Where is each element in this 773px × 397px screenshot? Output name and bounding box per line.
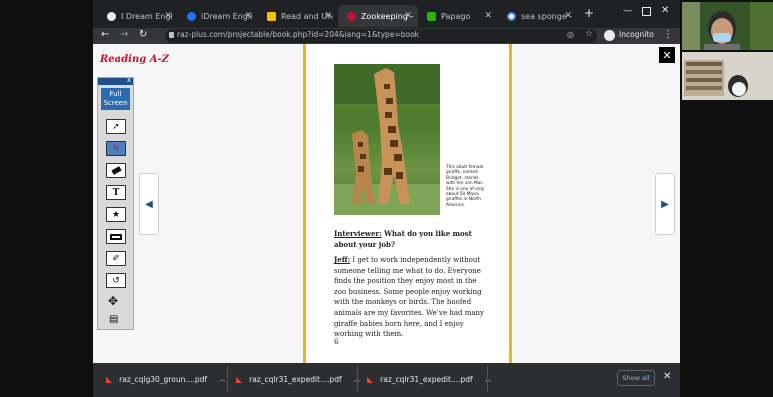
tab-github[interactable]: I Dream Englis ✕	[98, 5, 178, 27]
github-icon	[107, 11, 116, 21]
papago-icon	[427, 11, 436, 21]
menu-icon[interactable]: ⋮	[663, 29, 673, 40]
move-icon[interactable]: ✥	[108, 294, 118, 308]
download-item[interactable]: ◣ raz_cqlg30_groun....pdf ︿	[106, 370, 226, 388]
pen-icon[interactable]: ✎	[106, 141, 126, 156]
download-divider	[227, 366, 228, 392]
new-tab-button[interactable]: +	[584, 6, 594, 20]
close-window-icon[interactable]: ✕	[661, 5, 669, 16]
drive-icon	[267, 11, 276, 21]
reading-az-logo: Reading A-Z	[100, 54, 169, 65]
show-all-downloads-button[interactable]: Show all	[617, 370, 655, 386]
close-tab-icon[interactable]: ✕	[244, 11, 252, 21]
download-divider	[487, 366, 488, 392]
close-download-bar-icon[interactable]: ✕	[663, 371, 671, 382]
full-screen-button[interactable]: Full Screen	[101, 88, 130, 110]
pdf-file-icon: ◣	[236, 374, 243, 384]
question-label: Interviewer:	[334, 229, 382, 238]
close-tab-icon[interactable]: ✕	[164, 11, 172, 21]
close-toolbar-icon[interactable]: x	[127, 76, 131, 84]
maximize-icon[interactable]	[642, 7, 651, 16]
download-filename: raz_cqlg30_groun....pdf	[119, 374, 208, 384]
bookmark-star-icon[interactable]: ☆	[585, 29, 593, 39]
lock-icon	[169, 32, 174, 38]
previous-page-button[interactable]: ◀	[139, 173, 159, 235]
toolbar-header[interactable]: x	[98, 76, 133, 85]
minimize-icon[interactable]: —	[623, 6, 632, 16]
star-stamp-icon[interactable]: ★	[106, 207, 126, 222]
tab-papago[interactable]: Papago ✕	[418, 5, 498, 27]
download-divider	[357, 366, 358, 392]
download-item[interactable]: ◣ raz_cqlr31_expedit....pdf ︿	[236, 370, 361, 388]
profile-label[interactable]: Incognito	[619, 30, 654, 39]
participant-video-bottom	[682, 52, 773, 100]
close-tab-icon[interactable]: ✕	[324, 11, 332, 21]
incognito-icon	[604, 30, 615, 41]
tab-google[interactable]: sea sponge - ✕	[498, 5, 578, 27]
pdf-file-icon: ◣	[106, 374, 113, 384]
clear-icon[interactable]: ✐	[106, 251, 126, 266]
close-tab-icon[interactable]: ✕	[564, 11, 572, 21]
undo-icon[interactable]: ↺	[106, 273, 126, 288]
pointer-icon[interactable]: ➚	[106, 119, 126, 134]
download-filename: raz_cqlr31_expedit....pdf	[249, 374, 342, 384]
tab-title: Papago	[441, 11, 471, 21]
text-tool-icon[interactable]: T	[106, 185, 126, 200]
annotation-toolbar: x Full Screen ➚ ✎ T ★ ✐ ↺ ✥ ▤	[97, 76, 134, 330]
pdf-file-icon: ◣	[367, 374, 374, 384]
tab-zookeeping[interactable]: Zookeeping - ✕	[338, 5, 418, 27]
answer-label: Jeff:	[334, 255, 351, 264]
print-icon[interactable]: ▤	[109, 314, 118, 325]
next-page-button[interactable]: ▶	[655, 173, 675, 235]
interview-answer: Jeff: I get to work independently withou…	[334, 255, 486, 340]
forward-icon[interactable]: →	[120, 29, 128, 40]
address-bar[interactable]: raz-plus.com/projectable/book.php?id=204…	[165, 29, 597, 43]
tab-drive[interactable]: Read and Und ✕	[258, 5, 338, 27]
facebook-icon	[187, 11, 196, 21]
participant-video-top	[682, 2, 773, 50]
tab-strip: I Dream Englis ✕ iDream Englis ✕ Read an…	[93, 0, 680, 28]
download-filename: raz_cqlr31_expedit....pdf	[380, 374, 473, 384]
giraffe-photo	[334, 64, 440, 215]
close-tab-icon[interactable]: ✕	[404, 11, 412, 21]
page-number: 6	[334, 338, 339, 346]
tracking-eye-icon[interactable]: ◎	[567, 30, 574, 39]
chevron-up-icon[interactable]: ︿	[485, 374, 492, 384]
answer-text: I get to work independently without some…	[334, 256, 484, 339]
tab-facebook[interactable]: iDream Englis ✕	[178, 5, 258, 27]
close-viewer-button[interactable]: ✕	[659, 47, 675, 63]
google-icon	[507, 11, 516, 21]
interview-question: Interviewer: What do you like most about…	[334, 229, 484, 250]
reading-az-icon	[347, 11, 356, 21]
photo-caption: This adult female giraffe, named Bridget…	[446, 165, 485, 208]
back-icon[interactable]: ←	[101, 29, 109, 40]
url-text[interactable]: raz-plus.com/projectable/book.php?id=204…	[177, 30, 419, 39]
reload-icon[interactable]: ↻	[139, 29, 147, 40]
chevron-up-icon[interactable]: ︿	[219, 374, 226, 384]
eraser-icon[interactable]	[106, 163, 126, 178]
highlight-box-icon[interactable]	[106, 229, 126, 244]
download-item[interactable]: ◣ raz_cqlr31_expedit....pdf ︿	[367, 370, 492, 388]
close-tab-icon[interactable]: ✕	[484, 11, 492, 21]
